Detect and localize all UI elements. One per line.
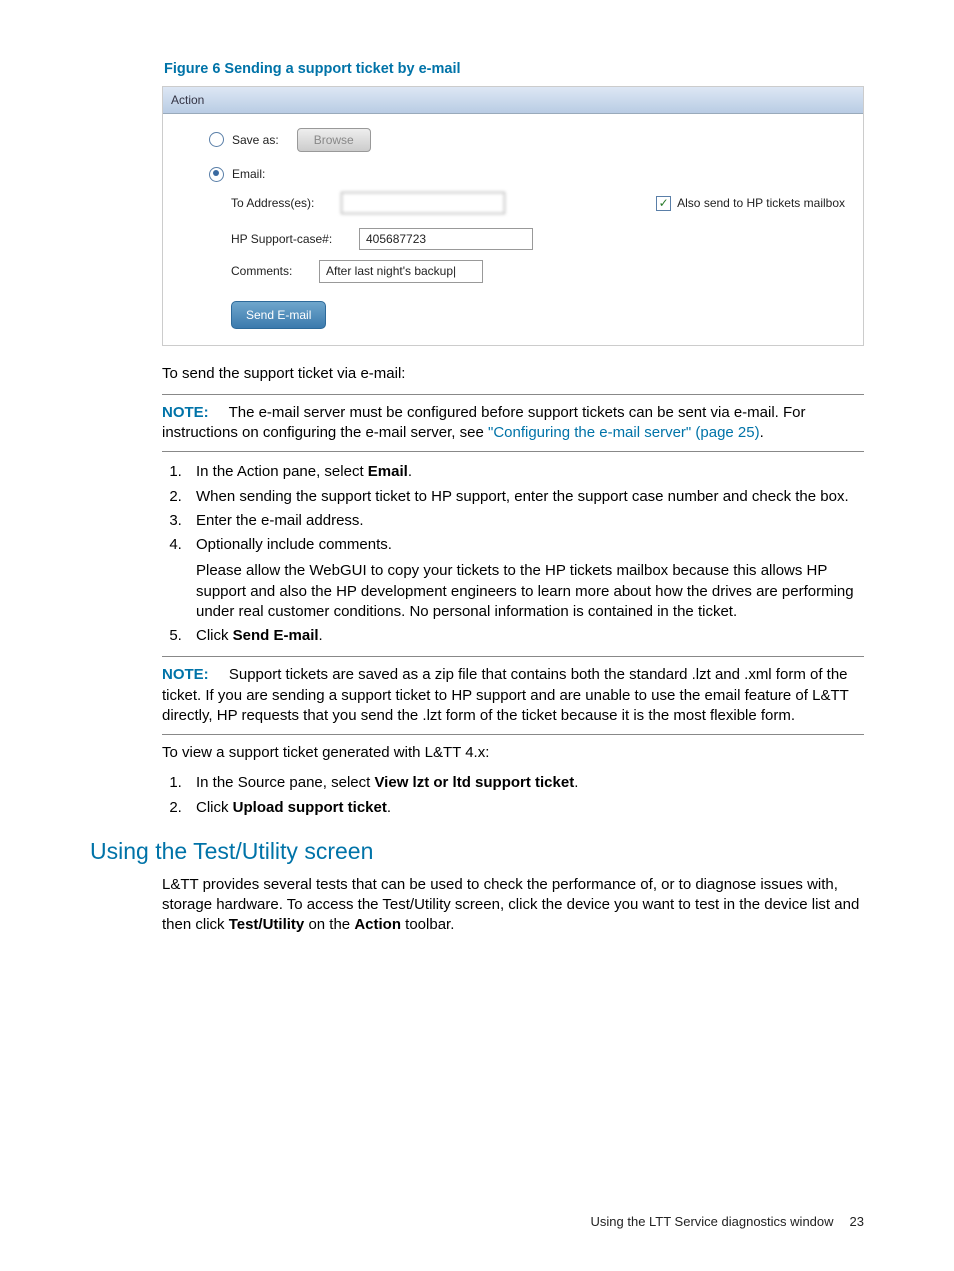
divider <box>162 656 864 657</box>
action-screenshot: Action Save as: Browse Email: To Address… <box>162 86 864 346</box>
save-as-label: Save as: <box>232 132 279 148</box>
support-case-label: HP Support-case#: <box>231 231 359 247</box>
also-send-checkbox[interactable]: ✓ <box>656 196 671 211</box>
send-email-button[interactable]: Send E-mail <box>231 301 326 329</box>
note-label: NOTE: <box>162 666 209 683</box>
step-2: When sending the support ticket to HP su… <box>186 487 864 507</box>
figure-caption: Figure 6 Sending a support ticket by e-m… <box>164 60 864 80</box>
step-1: In the Source pane, select View lzt or l… <box>186 773 864 793</box>
step-2: Click Upload support ticket. <box>186 798 864 818</box>
step-5: Click Send E-mail. <box>186 626 864 646</box>
divider <box>162 451 864 452</box>
section-heading: Using the Test/Utility screen <box>90 836 864 867</box>
support-case-input[interactable]: 405687723 <box>359 228 533 250</box>
section-body: L&TT provides several tests that can be … <box>162 875 864 936</box>
page-footer: Using the LTT Service diagnostics window… <box>591 1213 865 1231</box>
intro-text: To send the support ticket via e-mail: <box>162 364 864 384</box>
note-2: NOTE: Support tickets are saved as a zip… <box>162 665 864 726</box>
note-1: NOTE: The e-mail server must be configur… <box>162 403 864 444</box>
radio-email[interactable] <box>209 167 224 182</box>
step-4-sub: Please allow the WebGUI to copy your tic… <box>196 561 864 622</box>
also-send-label: Also send to HP tickets mailbox <box>677 195 845 211</box>
comments-input[interactable]: After last night's backup| <box>319 260 483 282</box>
step-4: Optionally include comments. Please allo… <box>186 535 864 622</box>
step-3: Enter the e-mail address. <box>186 511 864 531</box>
radio-save-as[interactable] <box>209 132 224 147</box>
page-number: 23 <box>850 1214 864 1229</box>
divider <box>162 734 864 735</box>
to-address-input[interactable] <box>341 192 505 214</box>
steps-list-1: In the Action pane, select Email. When s… <box>162 462 864 646</box>
check-icon: ✓ <box>659 197 669 209</box>
view-intro: To view a support ticket generated with … <box>162 743 864 763</box>
to-address-label: To Address(es): <box>231 195 341 211</box>
config-email-link[interactable]: "Configuring the e-mail server" (page 25… <box>488 424 760 441</box>
divider <box>162 394 864 395</box>
comments-label: Comments: <box>231 263 319 279</box>
step-1: In the Action pane, select Email. <box>186 462 864 482</box>
action-panel-title: Action <box>163 87 863 114</box>
browse-button[interactable]: Browse <box>297 128 371 152</box>
email-label: Email: <box>232 166 265 182</box>
steps-list-2: In the Source pane, select View lzt or l… <box>162 773 864 818</box>
note-label: NOTE: <box>162 404 209 421</box>
